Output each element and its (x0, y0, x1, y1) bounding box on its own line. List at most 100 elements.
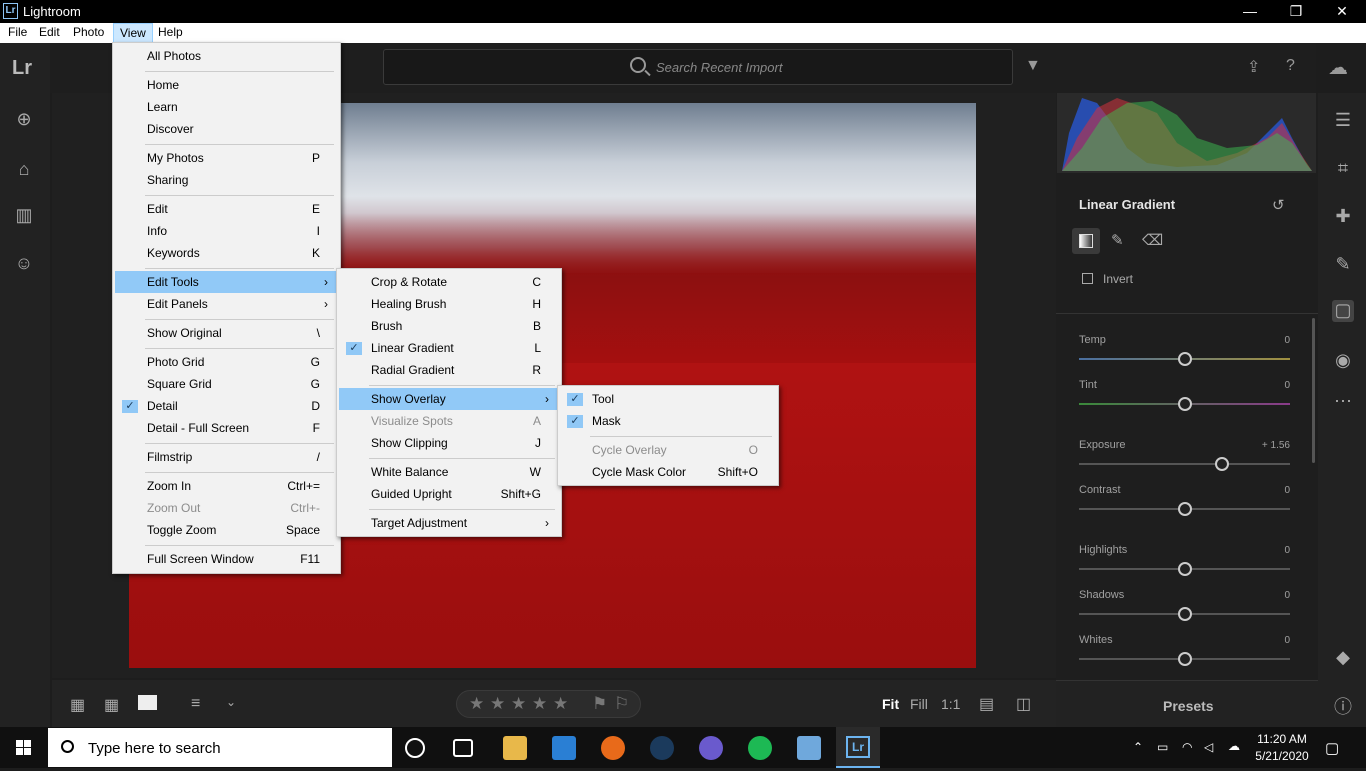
help-icon[interactable]: ? (1286, 57, 1295, 75)
minimize-button[interactable]: — (1227, 0, 1273, 23)
close-button[interactable]: ✕ (1319, 0, 1365, 23)
edit-sliders-icon[interactable]: ☰ (1332, 110, 1354, 132)
wifi-icon[interactable]: ◠ (1182, 740, 1192, 754)
battery-icon[interactable]: ▭ (1157, 740, 1168, 754)
start-button[interactable] (0, 727, 48, 768)
filter-icon[interactable]: ▼ (1025, 57, 1041, 75)
info-icon[interactable]: ⓘ (1332, 693, 1354, 717)
restore-button[interactable]: ❐ (1273, 0, 1319, 23)
slider-knob[interactable] (1177, 352, 1192, 366)
menu-filmstrip[interactable]: Filmstrip / (115, 446, 338, 468)
sort-chevron-icon[interactable]: ⌄ (226, 695, 236, 709)
clock-time[interactable]: 11:20 AM (1255, 732, 1309, 746)
radial-gradient-icon[interactable]: ◉ (1332, 350, 1354, 372)
menu-guided-upright[interactable]: Guided Upright Shift+G (339, 483, 559, 505)
menu-zoom-in[interactable]: Zoom In Ctrl+= (115, 475, 338, 497)
menu-discover[interactable]: Discover (115, 118, 338, 140)
menu-white-balance[interactable]: White Balance W (339, 461, 559, 483)
menu-target-adjustment[interactable]: Target Adjustment › (339, 512, 559, 534)
star-5-icon[interactable]: ★ (553, 694, 568, 714)
menu-detail-full-screen[interactable]: Detail - Full Screen F (115, 417, 338, 439)
slider-knob[interactable] (1177, 607, 1192, 621)
taskbar-search-input[interactable]: Type here to search (48, 728, 392, 767)
star-1-icon[interactable]: ★ (469, 694, 484, 714)
menu-visualize-spots[interactable]: Visualize Spots A (339, 410, 559, 432)
menu-cycle-overlay[interactable]: Cycle Overlay O (560, 439, 776, 461)
notifications-icon[interactable]: ▢ (1325, 739, 1339, 757)
star-4-icon[interactable]: ★ (532, 694, 547, 714)
zoom-fill[interactable]: Fill (910, 696, 928, 712)
star-2-icon[interactable]: ★ (490, 694, 505, 714)
square-grid-icon[interactable]: ▦ (104, 695, 119, 715)
menu-info[interactable]: Info I (115, 220, 338, 242)
menu-toggle-zoom[interactable]: Toggle Zoom Space (115, 519, 338, 541)
library-icon[interactable]: ▥ (13, 205, 35, 227)
menu-file[interactable]: File (2, 23, 33, 43)
crop-icon[interactable]: ⌗ (1332, 158, 1354, 180)
menu-brush[interactable]: Brush B (339, 315, 559, 337)
photo-grid-icon[interactable]: ▦ (70, 695, 85, 715)
clock-date[interactable]: 5/21/2020 (1255, 749, 1309, 763)
panel-scrollbar[interactable] (1312, 318, 1315, 463)
menu-all-photos[interactable]: All Photos (115, 45, 338, 67)
menu-show-overlay[interactable]: Show Overlay › (339, 388, 559, 410)
menu-healing-brush[interactable]: Healing Brush H (339, 293, 559, 315)
menu-cycle-mask-color[interactable]: Cycle Mask Color Shift+O (560, 461, 776, 483)
search-input[interactable]: Search Recent Import (383, 49, 1013, 85)
presets-bar[interactable]: Presets (1056, 680, 1318, 727)
menu-edit-view[interactable]: Edit E (115, 198, 338, 220)
reset-icon[interactable]: ↺ (1272, 196, 1285, 214)
lightroom-taskbar-button[interactable]: Lr (836, 727, 880, 768)
menu-sharing[interactable]: Sharing (115, 169, 338, 191)
menu-keywords[interactable]: Keywords K (115, 242, 338, 264)
tag-icon[interactable]: ◆ (1332, 647, 1354, 669)
slider-knob[interactable] (1177, 562, 1192, 576)
menu-edit[interactable]: Edit (33, 23, 66, 43)
discord-icon[interactable] (699, 736, 723, 760)
menu-edit-panels[interactable]: Edit Panels › (115, 293, 338, 315)
game-app-icon[interactable] (797, 736, 821, 760)
firefox-icon[interactable] (601, 736, 625, 760)
menu-home[interactable]: Home (115, 74, 338, 96)
gradient-tool-icon[interactable] (1072, 228, 1100, 254)
menu-photo[interactable]: Photo (67, 23, 110, 43)
menu-crop-rotate[interactable]: Crop & Rotate C (339, 271, 559, 293)
share-icon[interactable]: ⇪ (1247, 57, 1260, 77)
spotify-icon[interactable] (748, 736, 772, 760)
linear-gradient-icon[interactable]: ▢ (1332, 300, 1354, 322)
menu-my-photos[interactable]: My Photos P (115, 147, 338, 169)
menu-linear-gradient[interactable]: Linear Gradient L ✓ (339, 337, 559, 359)
before-after-icon[interactable]: ▤ (979, 694, 994, 714)
mail-icon[interactable] (552, 736, 576, 760)
sort-icon[interactable]: ≡ (191, 695, 200, 713)
invert-checkbox[interactable] (1082, 273, 1093, 284)
cloud-icon[interactable]: ☁ (1328, 55, 1348, 80)
people-icon[interactable]: ☺ (13, 253, 35, 275)
home-icon[interactable]: ⌂ (13, 159, 35, 181)
add-photos-icon[interactable]: ⊕ (13, 109, 35, 131)
flag-reject-icon[interactable]: ⚐ (614, 694, 629, 714)
menu-full-screen-window[interactable]: Full Screen Window F11 (115, 548, 338, 570)
file-explorer-icon[interactable] (503, 736, 527, 760)
menu-overlay-tool[interactable]: Tool ✓ (560, 388, 776, 410)
flag-pick-icon[interactable]: ⚑ (592, 694, 607, 714)
slider-knob[interactable] (1177, 502, 1192, 516)
more-icon[interactable]: ⋯ (1332, 391, 1354, 413)
slider-knob[interactable] (1177, 397, 1192, 411)
menu-radial-gradient[interactable]: Radial Gradient R (339, 359, 559, 381)
slider-knob[interactable] (1177, 652, 1192, 666)
star-3-icon[interactable]: ★ (511, 694, 526, 714)
menu-edit-tools[interactable]: Edit Tools › (115, 271, 338, 293)
zoom-fit[interactable]: Fit (882, 696, 899, 712)
menu-square-grid[interactable]: Square Grid G (115, 373, 338, 395)
zoom-1-1[interactable]: 1:1 (941, 696, 960, 712)
menu-photo-grid[interactable]: Photo Grid G (115, 351, 338, 373)
task-view-icon[interactable] (453, 739, 473, 757)
menu-learn[interactable]: Learn (115, 96, 338, 118)
slider-track[interactable] (1079, 463, 1290, 465)
menu-view[interactable]: View (113, 23, 153, 43)
compare-icon[interactable]: ◫ (1016, 694, 1031, 714)
menu-detail[interactable]: Detail D ✓ (115, 395, 338, 417)
onedrive-icon[interactable]: ☁ (1228, 739, 1240, 753)
menu-show-original[interactable]: Show Original \ (115, 322, 338, 344)
